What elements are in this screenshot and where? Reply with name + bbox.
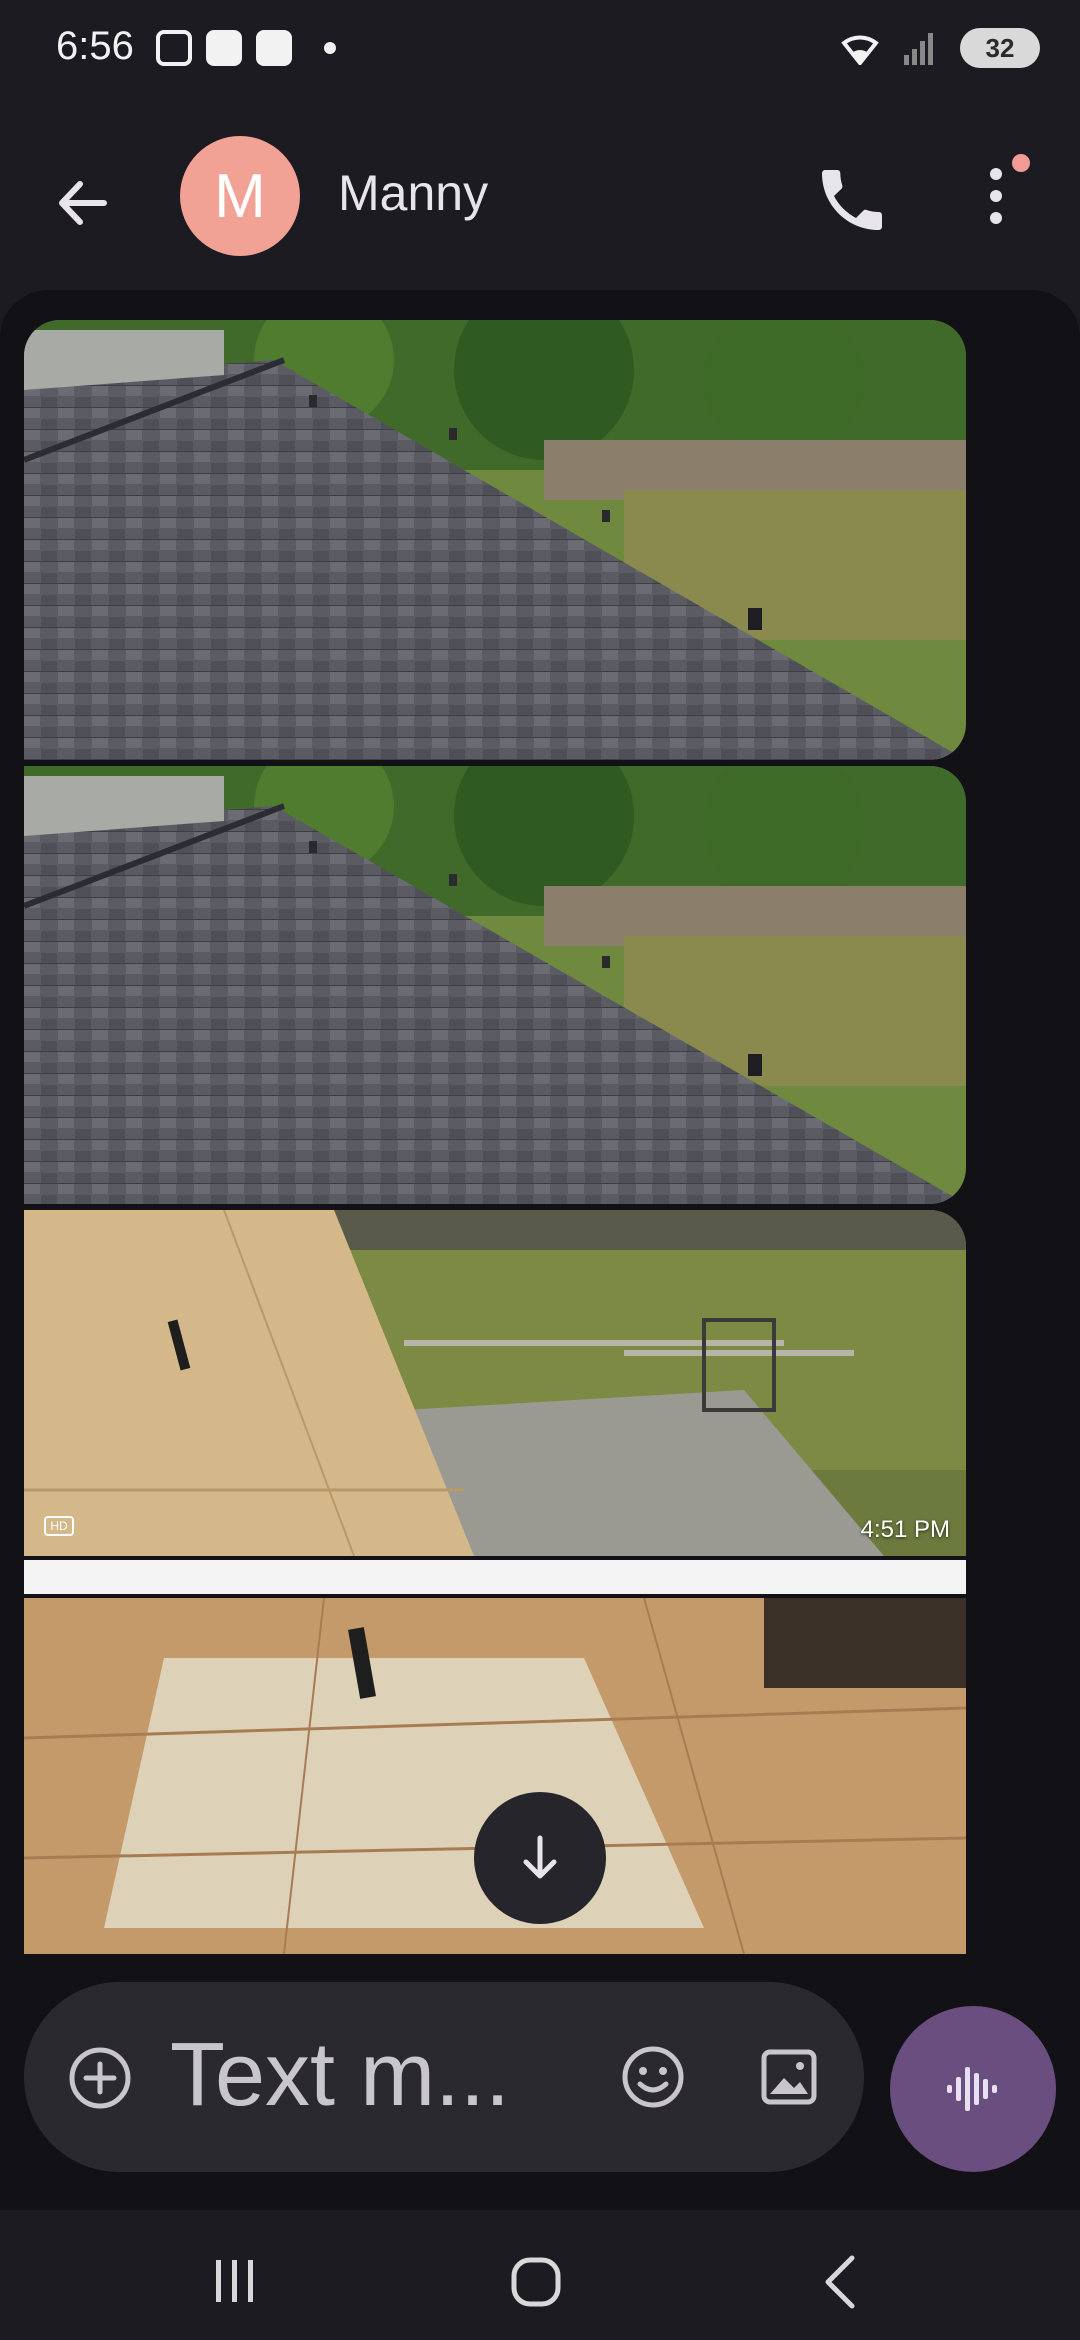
contact-name[interactable]: Manny	[338, 164, 488, 222]
wifi-icon	[841, 35, 879, 65]
home-icon	[511, 2257, 561, 2307]
battery-indicator: 32	[960, 28, 1040, 68]
add-circle-icon	[69, 2047, 131, 2109]
arrow-down-icon	[523, 1835, 557, 1879]
scroll-to-bottom-button[interactable]	[474, 1792, 606, 1924]
message-input[interactable]	[170, 2020, 610, 2130]
recents-icon	[216, 2260, 253, 2302]
more-options-button[interactable]	[960, 150, 1032, 250]
system-navigation-bar	[0, 2210, 1080, 2340]
back-button[interactable]	[40, 158, 130, 248]
screenshot-icon	[156, 30, 192, 66]
app-notification-icon	[256, 30, 292, 66]
app-notification-icon	[206, 30, 242, 66]
signal-icon	[904, 33, 933, 65]
message-photo-roof[interactable]	[24, 320, 966, 760]
message-photo-decking[interactable]: HD 4:51 PM	[24, 1210, 966, 1556]
decking-photo-image	[24, 1210, 966, 1556]
add-attachment-button[interactable]	[62, 2040, 138, 2116]
gallery-button[interactable]	[750, 2038, 828, 2116]
roof-photo-image	[24, 766, 966, 1204]
voice-message-button[interactable]	[890, 2006, 1056, 2172]
status-bar: 6:56 32	[0, 0, 1080, 100]
voice-waveform-icon	[947, 2067, 997, 2111]
message-timestamp: 4:51 PM	[860, 1516, 950, 1543]
system-back-button[interactable]	[816, 2250, 866, 2314]
status-notification-icons	[156, 30, 336, 66]
image-icon	[761, 2049, 817, 2105]
arrow-left-icon	[59, 181, 107, 225]
hd-badge: HD	[44, 1516, 74, 1536]
recents-button[interactable]	[210, 2256, 260, 2306]
notification-dot-icon	[1012, 154, 1030, 172]
status-time: 6:56	[56, 24, 134, 68]
call-button[interactable]	[812, 160, 892, 240]
phone-icon	[822, 170, 882, 230]
status-system-icons: 32	[840, 28, 1040, 68]
message-photo-placeholder[interactable]	[24, 1560, 966, 1594]
compose-bar	[24, 1982, 864, 2172]
home-button[interactable]	[506, 2252, 566, 2312]
chevron-left-icon	[825, 2255, 855, 2309]
roof-photo-image	[24, 320, 966, 760]
message-photo-roof[interactable]	[24, 766, 966, 1204]
avatar[interactable]: M	[180, 136, 300, 256]
emoji-icon	[622, 2046, 684, 2108]
more-notifications-dot-icon	[324, 42, 336, 54]
conversation-header: M Manny	[0, 110, 1080, 280]
emoji-button[interactable]	[614, 2038, 692, 2116]
